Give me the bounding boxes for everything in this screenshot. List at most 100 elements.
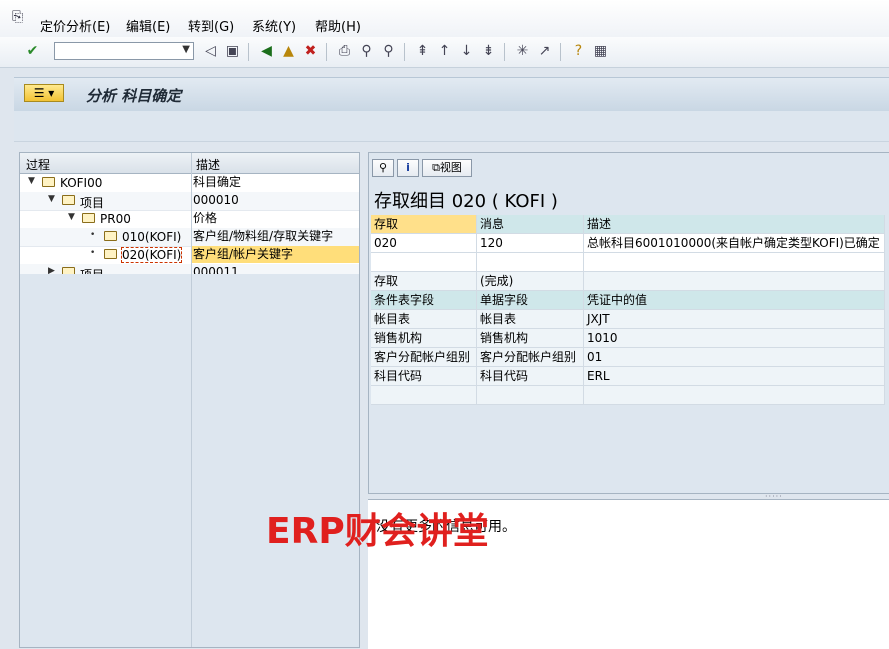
tree-row[interactable]: • 010(KOFI) 客户组/物料组/存取关键字 [20,228,359,247]
header-document-field[interactable]: 单据字段 [477,291,584,309]
view-button[interactable]: ⧉视图 [422,159,472,177]
tree-row[interactable]: ▼ KOFI00 科目确定 [20,174,359,193]
view-button-label: 视图 [439,161,462,174]
folder-icon [42,177,55,187]
cell-doc-field: 科目代码 [477,367,584,385]
column-header-process[interactable]: 过程 [26,156,50,173]
tree-node-description: 客户组/物料组/存取关键字 [193,229,334,243]
menu-help[interactable]: 帮助(H) [315,16,361,35]
table-row[interactable]: 存取 (完成) [371,272,885,291]
tree-node-label: KOFI00 [60,176,103,190]
vertical-splitter[interactable] [360,152,366,648]
menu-goto[interactable]: 转到(G) [188,16,234,35]
save-icon[interactable]: ▣ [224,43,241,60]
transaction-menu-button[interactable]: ☰ ▾ [24,84,64,102]
cell-access-label: 存取 [371,272,477,290]
folder-icon [62,195,75,205]
tree-node-label: 020(KOFI) [120,247,183,263]
cell-doc-field: 客户分配帐户组别 [477,348,584,366]
shortcut-icon[interactable]: ↗ [536,43,553,60]
back-icon[interactable]: ◀ [258,43,275,60]
find-icon[interactable]: ⚲ [358,43,375,60]
cell-doc-field: 销售机构 [477,329,584,347]
column-divider[interactable] [191,153,192,647]
table-row[interactable]: 客户分配帐户组别 客户分配帐户组别 01 [371,348,885,367]
cell-field: 科目代码 [371,367,477,385]
cell-description: 总帐科目6001010000(来自帐户确定类型KOFI)已确定 [584,234,885,252]
table-row-empty [371,386,885,405]
folder-icon [104,231,117,241]
menu-exit-icon[interactable]: ⎘ [12,10,26,24]
expand-down-icon[interactable]: ▼ [28,176,35,186]
cell-doc-field: 帐目表 [477,310,584,328]
tree-row[interactable]: ▼ PR00 价格 [20,210,359,229]
header-message[interactable]: 消息 [477,215,584,233]
leaf-bullet-icon: • [90,248,96,258]
find-next-icon[interactable]: ⚲ [380,43,397,60]
header-condition-table-field[interactable]: 条件表字段 [371,291,477,309]
tree-node-description: 科目确定 [193,175,242,189]
header-description[interactable]: 描述 [584,215,885,233]
cell-message: 120 [477,234,584,252]
detail-panel: ⚲ i ⧉视图 存取细目 020 ( KOFI ) 存取 消息 描述 020 1… [368,152,889,494]
tree-row[interactable]: ▼ 项目 000010 [20,192,359,211]
info-button[interactable]: i [397,159,419,177]
cell-access-status: (完成) [477,272,584,290]
print-icon[interactable]: ⎙ [336,43,353,60]
layout-menu-icon[interactable]: ▦ [592,43,609,60]
menu-pricing-analysis[interactable]: 定价分析(E) [40,16,110,35]
last-page-icon[interactable]: ⇟ [480,43,497,60]
table-row[interactable]: 帐目表 帐目表 JXJT [371,310,885,329]
binoculars-icon: ⚲ [378,161,388,174]
expand-down-icon[interactable]: ▼ [68,212,75,222]
next-page-icon[interactable]: ↓ [458,43,475,60]
find-button[interactable]: ⚲ [372,159,394,177]
header-document-value[interactable]: 凭证中的值 [584,291,885,309]
first-page-icon[interactable]: ⇞ [414,43,431,60]
chevron-down-icon[interactable]: ▼ [182,44,190,55]
tree-node-label: 项目 [80,196,105,210]
command-field[interactable]: ▼ [54,42,194,60]
cell-field: 销售机构 [371,329,477,347]
page-title: 分析 科目确定 [86,87,182,105]
tree-empty-area [20,274,359,647]
tree-node-label: 010(KOFI) [122,230,182,244]
help-icon[interactable]: ? [570,43,587,60]
grid-header-row: 存取 消息 描述 [371,215,885,234]
collapse-left-icon[interactable]: ◁ [202,43,219,60]
cell-value: JXJT [584,310,885,328]
detail-title: 存取细目 020 ( KOFI ) [374,191,558,212]
menu-edit[interactable]: 编辑(E) [126,16,170,35]
previous-page-icon[interactable]: ↑ [436,43,453,60]
column-header-description[interactable]: 描述 [196,156,220,173]
standard-toolbar: ✔ ▼ ◁ ▣ ◀ ▲ ✖ ⎙ ⚲ ⚲ ⇞ ↑ ↓ ⇟ ✳ ↗ ? ▦ [0,37,889,68]
table-row[interactable]: 020 120 总帐科目6001010000(来自帐户确定类型KOFI)已确定 [371,234,885,253]
tree-node-description: 价格 [193,211,218,225]
folder-icon [82,213,95,223]
folder-icon [104,249,117,259]
tree-node-label: PR00 [100,212,131,226]
new-session-icon[interactable]: ✳ [514,43,531,60]
tree-row-selected[interactable]: • 020(KOFI) 客户组/帐户关键字 [20,246,359,265]
tree-node-description: 000010 [193,193,239,207]
cell-field: 帐目表 [371,310,477,328]
cell-value: 1010 [584,329,885,347]
enter-check-icon[interactable]: ✔ [24,43,41,60]
expand-down-icon[interactable]: ▼ [48,194,55,204]
table-row[interactable]: 科目代码 科目代码 ERL [371,367,885,386]
leaf-bullet-icon: • [90,230,96,240]
cell-access-desc [584,272,885,290]
exit-icon[interactable]: ▲ [280,43,297,60]
cell-field: 客户分配帐户组别 [371,348,477,366]
menu-system[interactable]: 系统(Y) [252,16,296,35]
table-row-empty [371,253,885,272]
header-access[interactable]: 存取 [371,215,477,233]
cell-value: ERL [584,367,885,385]
cell-access: 020 [371,234,477,252]
tree-node-description: 客户组/帐户关键字 [192,246,359,263]
application-toolbar [14,111,889,142]
tree-panel: 过程 描述 ▼ KOFI00 科目确定 ▼ 项目 000010 ▼ PR00 价… [19,152,360,648]
tree-header: 过程 描述 [20,153,359,174]
cancel-icon[interactable]: ✖ [302,43,319,60]
table-row[interactable]: 销售机构 销售机构 1010 [371,329,885,348]
